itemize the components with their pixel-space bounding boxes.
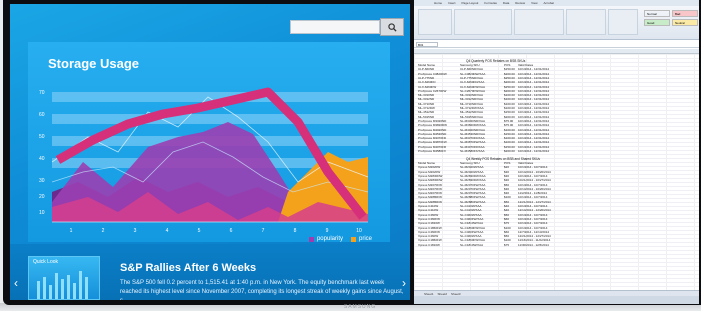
font-group[interactable] (454, 9, 512, 35)
legend-swatch (308, 236, 314, 242)
news-headline[interactable]: S&P Rallies After 6 Weeks (120, 262, 256, 274)
clipboard-group[interactable] (418, 9, 452, 35)
x-tick: 10 (356, 228, 362, 234)
x-tick: 3 (133, 228, 137, 234)
x-tick: 5 (197, 228, 201, 234)
legend-label: price (358, 236, 372, 242)
x-tick: 1 (69, 228, 73, 234)
x-tick: 9 (325, 228, 329, 234)
grid-band (52, 92, 368, 102)
name-box[interactable]: B31 (416, 42, 438, 47)
previous-arrow-icon[interactable]: ‹ (14, 276, 18, 290)
table-cell: 10/1/2014 - 12/31/2014 (518, 149, 550, 153)
style-label: Neutral (675, 21, 685, 25)
style-label: Good (647, 21, 655, 25)
next-arrow-icon[interactable]: › (402, 276, 406, 290)
storage-usage-chart: Storage Usage 70 60 50 40 30 20 10 1 2 3… (28, 42, 390, 242)
alignment-group[interactable] (514, 9, 564, 35)
y-tick: 50 (39, 134, 45, 140)
style-label: Bad (675, 12, 681, 16)
table-row[interactable]: ProXpress M4580FX SL-M4580FX/XAA $200.00 10… (418, 149, 554, 153)
search-input[interactable] (290, 20, 380, 34)
y-tick: 10 (39, 210, 45, 216)
news-body: The S&P 500 fell 0.2 percent to 1,515.41… (120, 280, 404, 300)
grid-band (52, 114, 368, 124)
style-good[interactable]: Good (644, 19, 670, 26)
search-button[interactable] (380, 18, 404, 36)
style-neutral[interactable]: Neutral (672, 19, 698, 26)
status-bar (414, 296, 699, 304)
quick-look-label: Quick Look (33, 259, 59, 265)
x-tick: 8 (293, 228, 297, 234)
table-cell: ProXpress M4580FX (418, 149, 446, 153)
right-screen-spreadsheet: Home Insert Page Layout Formulas Data Re… (414, 0, 699, 304)
number-group[interactable] (566, 9, 606, 35)
y-tick: 60 (39, 112, 45, 118)
table-cell: SL-C1810W/XAA (460, 242, 484, 247)
y-tick: 30 (39, 178, 45, 184)
legend-item-price: price (350, 236, 372, 242)
format-group[interactable] (608, 9, 638, 35)
chart-plot (51, 87, 369, 223)
x-tick: 6 (229, 228, 233, 234)
legend-label: popularity (316, 236, 343, 242)
table-row[interactable]: Xpress C1810W SL-C1810W/XAA $75 11/30/2014 … (418, 243, 554, 247)
table-cell: Xpress C1810W (418, 242, 440, 247)
brand-logo: SAMSUNG (343, 304, 377, 310)
legend-swatch (350, 236, 356, 242)
formula-bar[interactable]: B31 (414, 41, 699, 48)
y-tick: 20 (39, 194, 45, 200)
legend-item-popularity: popularity (308, 236, 343, 242)
chart-legend: popularity price (308, 236, 372, 242)
style-normal[interactable]: Normal (644, 10, 670, 17)
table-cell: SL-M4580FX/XAA (460, 149, 485, 153)
x-tick: 7 (261, 228, 265, 234)
style-bad[interactable]: Bad (672, 10, 698, 17)
quick-look-tile[interactable]: Quick Look (28, 256, 100, 300)
table-cell: 11/30/2014 - 12/6/2014 (518, 242, 549, 247)
table-cell: $75 (504, 242, 510, 247)
x-tick: 2 (101, 228, 105, 234)
y-tick: 70 (39, 90, 45, 96)
search-icon (387, 22, 397, 32)
left-screen-dashboard: Storage Usage 70 60 50 40 30 20 10 1 2 3… (10, 4, 410, 300)
table-cell: $200.00 (504, 149, 515, 153)
ribbon-toolbar: Normal Bad Good Neutral (414, 6, 699, 40)
x-tick: 4 (165, 228, 169, 234)
style-label: Normal (647, 12, 657, 16)
y-tick: 40 (39, 156, 45, 162)
